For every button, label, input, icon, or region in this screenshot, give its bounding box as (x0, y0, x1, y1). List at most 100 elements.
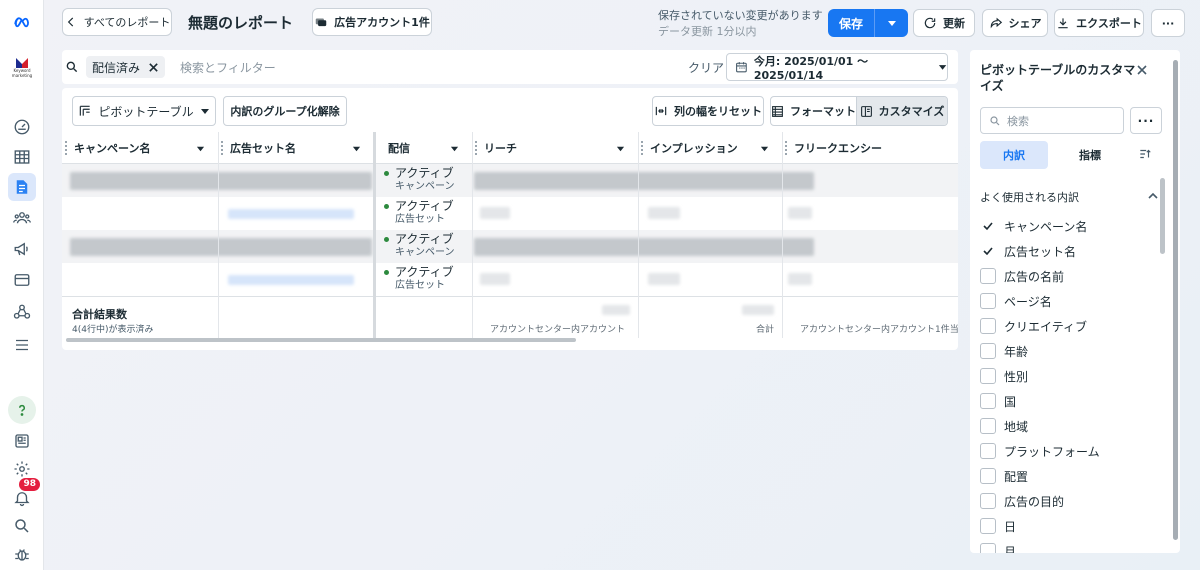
column-header-reach[interactable]: リーチ (472, 132, 638, 164)
refresh-button[interactable]: 更新 (913, 9, 975, 37)
news-icon[interactable] (8, 427, 36, 455)
format-button[interactable]: フォーマット (771, 97, 857, 125)
share-button[interactable]: シェア (982, 9, 1048, 37)
column-divider[interactable] (472, 132, 473, 338)
column-divider[interactable] (638, 132, 639, 338)
column-divider[interactable] (218, 132, 219, 338)
date-range-picker[interactable]: 今月: 2025/01/01 ～ 2025/01/14 (726, 53, 948, 82)
column-menu-caret-icon[interactable] (192, 140, 208, 156)
column-drag-handle[interactable] (475, 141, 477, 155)
customize-button[interactable]: カスタマイズ (857, 97, 947, 125)
meta-logo-icon[interactable] (8, 8, 36, 36)
breakdown-option-gender[interactable]: 性別 (980, 366, 1028, 386)
horizontal-scrollbar[interactable] (66, 338, 576, 342)
remove-filter-icon[interactable] (148, 62, 159, 73)
table-row[interactable]: アクティブ 広告セット (62, 197, 958, 230)
section-label: よく使用される内訳 (980, 191, 1079, 204)
breakdown-option-region[interactable]: 地域 (980, 416, 1028, 436)
column-menu-caret-icon[interactable] (756, 140, 772, 156)
column-menu-caret-icon[interactable] (348, 140, 364, 156)
checkbox[interactable] (980, 518, 996, 534)
events-manager-icon[interactable] (8, 298, 36, 326)
delivered-filter-chip[interactable]: 配信済み (86, 56, 166, 78)
breakdown-option-month[interactable]: 月 (980, 541, 1016, 553)
reset-column-width-button[interactable]: 列の幅をリセット (652, 96, 764, 126)
search-filter-input[interactable]: 検索とフィルター (180, 59, 276, 76)
column-menu-caret-icon[interactable] (446, 140, 462, 156)
column-drag-handle[interactable] (641, 141, 643, 155)
breakdown-option-creative[interactable]: クリエイティブ (980, 316, 1087, 336)
column-header-impressions[interactable]: インプレッション (638, 132, 782, 164)
checkbox[interactable] (980, 318, 996, 334)
page-vertical-scrollbar[interactable] (1173, 60, 1178, 540)
table-row[interactable]: アクティブ キャンペーン (62, 164, 958, 197)
breakdown-option-objective[interactable]: 広告の目的 (980, 491, 1064, 511)
table-grid-icon[interactable] (8, 143, 36, 171)
save-options-dropdown[interactable] (875, 9, 908, 37)
checkbox[interactable] (980, 393, 996, 409)
breakdown-option-age[interactable]: 年齢 (980, 341, 1028, 361)
column-header-campaign[interactable]: キャンペーン名 (62, 132, 218, 164)
column-drag-handle[interactable] (65, 141, 67, 155)
checkbox[interactable] (980, 418, 996, 434)
column-drag-handle[interactable] (221, 141, 223, 155)
checkbox[interactable] (980, 543, 996, 553)
column-header-adset[interactable]: 広告セット名 (218, 132, 374, 164)
reports-icon[interactable] (8, 173, 36, 201)
breakdown-option-page-name[interactable]: ページ名 (980, 291, 1052, 311)
checkbox[interactable] (980, 468, 996, 484)
search-icon[interactable] (8, 512, 36, 540)
breakdown-option-adset-name[interactable]: 広告セット名 (980, 241, 1076, 261)
redacted-link[interactable] (228, 209, 354, 219)
redacted-link[interactable] (228, 275, 354, 285)
checkbox-checked[interactable] (980, 218, 996, 234)
help-icon[interactable] (8, 396, 36, 424)
column-drag-handle[interactable] (785, 141, 787, 155)
panel-more-button[interactable]: ··· (1130, 107, 1162, 134)
breakdown-option-ad-name[interactable]: 広告の名前 (980, 266, 1064, 286)
export-button[interactable]: エクスポート (1054, 9, 1144, 37)
checkbox-checked[interactable] (980, 243, 996, 259)
side-panel-scrollbar[interactable] (1160, 178, 1165, 254)
bug-report-icon[interactable] (8, 540, 36, 568)
more-options-button[interactable]: ··· (1151, 9, 1185, 37)
breakdown-option-platform[interactable]: プラットフォーム (980, 441, 1100, 461)
close-icon[interactable] (1134, 62, 1150, 78)
checkbox[interactable] (980, 443, 996, 459)
sort-icon[interactable] (1138, 147, 1152, 161)
checkbox[interactable] (980, 268, 996, 284)
account-brand-logo[interactable]: Keyword marketing (10, 58, 34, 84)
dashboard-gauge-icon[interactable] (8, 113, 36, 141)
megaphone-icon[interactable] (8, 235, 36, 263)
back-to-reports-button[interactable]: すべてのレポート (62, 8, 172, 36)
column-header-delivery[interactable]: 配信 (376, 132, 472, 164)
checkbox[interactable] (980, 493, 996, 509)
ad-account-selector-button[interactable]: 広告アカウント1件 (312, 8, 432, 36)
billing-card-icon[interactable] (8, 266, 36, 294)
breakdown-search-input[interactable]: 検索 (980, 107, 1124, 134)
breakdown-option-placement[interactable]: 配置 (980, 466, 1028, 486)
save-button[interactable]: 保存 (828, 9, 875, 37)
column-header-frequency[interactable]: フリークエンシー (782, 132, 958, 164)
common-breakdowns-section[interactable]: よく使用される内訳 (980, 189, 1158, 205)
view-type-dropdown[interactable]: ピボットテーブル (72, 96, 216, 126)
frozen-column-divider[interactable] (373, 132, 376, 338)
report-title[interactable]: 無題のレポート (188, 12, 293, 33)
tab-breakdowns[interactable]: 内訳 (980, 141, 1048, 169)
audiences-icon[interactable] (8, 204, 36, 232)
table-row[interactable]: アクティブ 広告セット (62, 263, 958, 296)
breakdown-option-country[interactable]: 国 (980, 391, 1016, 411)
menu-icon[interactable] (8, 331, 36, 359)
breakdown-option-day[interactable]: 日 (980, 516, 1016, 536)
clear-filters-button[interactable]: クリア (688, 59, 724, 76)
column-divider[interactable] (782, 132, 783, 338)
notifications-bell-icon[interactable]: 98 (8, 478, 40, 512)
checkbox[interactable] (980, 293, 996, 309)
ungroup-breakdowns-button[interactable]: 内訳のグループ化解除 (223, 96, 347, 126)
breakdown-option-campaign-name[interactable]: キャンペーン名 (980, 216, 1087, 236)
table-row[interactable]: アクティブ キャンペーン (62, 230, 958, 263)
column-menu-caret-icon[interactable] (612, 140, 628, 156)
checkbox[interactable] (980, 343, 996, 359)
checkbox[interactable] (980, 368, 996, 384)
tab-metrics[interactable]: 指標 (1056, 141, 1124, 169)
